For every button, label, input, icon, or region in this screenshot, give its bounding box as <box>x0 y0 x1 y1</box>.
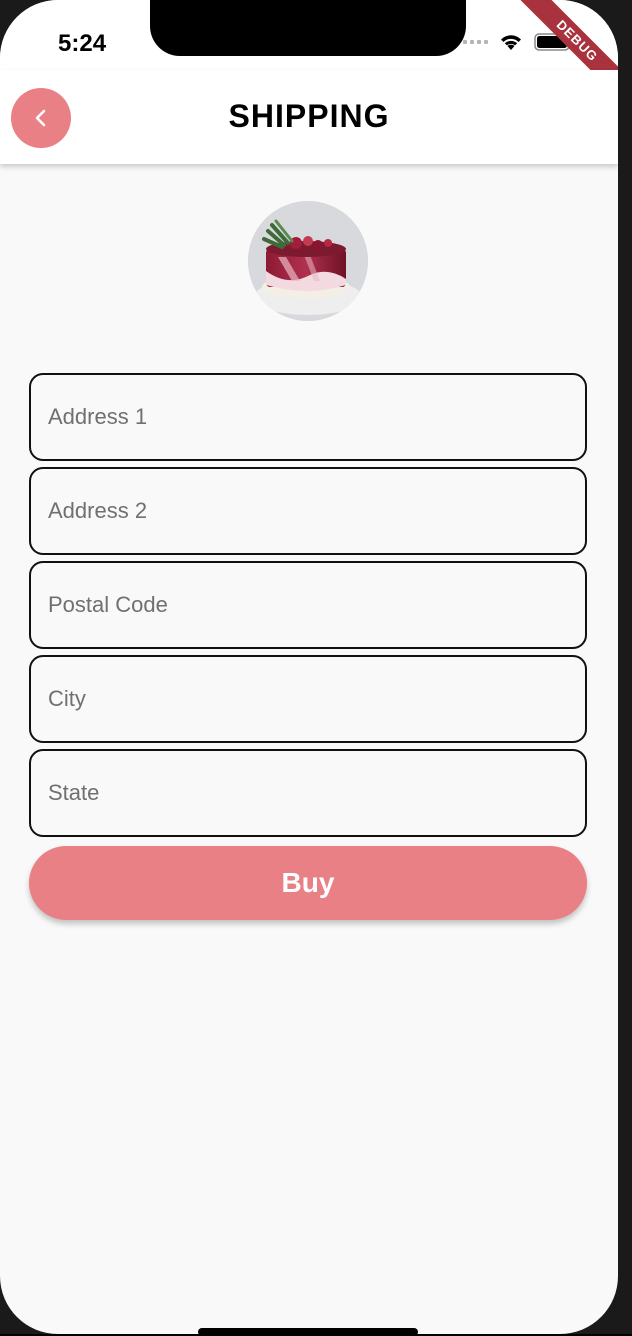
screen: 5:24 DEBUG SHIPPING Address 1 Address 2 … <box>0 0 618 1334</box>
cellular-signal-icon <box>463 40 488 44</box>
state-input[interactable] <box>48 780 585 806</box>
status-bar: 5:24 <box>0 0 618 70</box>
device-frame: 5:24 DEBUG SHIPPING Address 1 Address 2 … <box>0 0 632 1336</box>
page-title: SHIPPING <box>228 98 390 134</box>
postal-code-field[interactable] <box>29 561 587 649</box>
state-field[interactable] <box>29 749 587 837</box>
cake-image <box>248 201 368 321</box>
buy-button[interactable]: Buy <box>29 846 587 920</box>
city-input[interactable] <box>48 686 585 712</box>
city-field[interactable] <box>29 655 587 743</box>
status-time: 5:24 <box>58 30 107 57</box>
wifi-icon <box>501 35 521 50</box>
notch <box>150 0 466 56</box>
address2-field[interactable] <box>29 467 587 555</box>
address1-field[interactable] <box>29 373 587 461</box>
shipping-form <box>29 373 587 843</box>
app-bar: SHIPPING <box>0 70 618 164</box>
product-avatar <box>248 201 368 321</box>
address2-input[interactable] <box>48 498 585 524</box>
home-indicator <box>198 1328 418 1336</box>
address1-input[interactable] <box>48 404 585 430</box>
postal-code-input[interactable] <box>48 592 585 618</box>
